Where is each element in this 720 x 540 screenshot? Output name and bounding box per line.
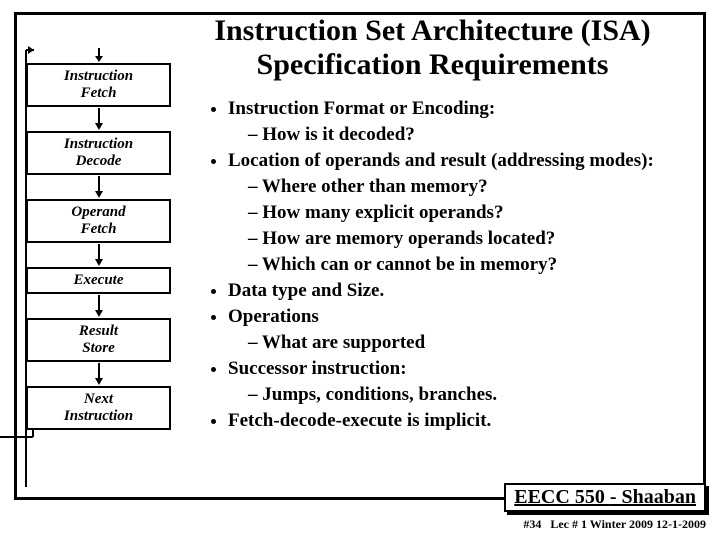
bullet-item: Successor instruction: – Jumps, conditio… [228, 356, 701, 408]
stage-label: Instruction [64, 68, 133, 84]
loop-connector [0, 429, 38, 441]
bullet-item: Location of operands and result (address… [228, 148, 701, 278]
arrow-down-icon [92, 363, 106, 385]
bullet-sub: – Where other than memory? [228, 174, 701, 200]
stage-decode: Instruction Decode [26, 131, 171, 175]
slide-title: Instruction Set Architecture (ISA) Speci… [155, 14, 710, 82]
bullet-item: Operations – What are supported [228, 304, 701, 356]
footer-author: Shaaban [622, 486, 697, 508]
bullet-text: Location of operands and result (address… [228, 150, 654, 171]
bullet-item: Data type and Size. [228, 278, 701, 304]
stage-label: Fetch [81, 85, 117, 101]
stage-result: Result Store [26, 318, 171, 362]
stage-next: Next Instruction [26, 386, 171, 430]
stage-label: Instruction [64, 408, 133, 424]
slide: Instruction Set Architecture (ISA) Speci… [0, 0, 720, 540]
footer-dash: - [610, 486, 622, 508]
title-line-2: Specification Requirements [257, 48, 609, 81]
bullet-sub: – How are memory operands located? [228, 226, 701, 252]
bullet-text: Fetch-decode-execute is implicit. [228, 410, 491, 431]
pipeline: Instruction Fetch Instruction Decode Ope… [26, 48, 171, 441]
bullet-sub: – How is it decoded? [228, 122, 701, 148]
stage-fetch: Instruction Fetch [26, 63, 171, 107]
arrow-down-icon [92, 176, 106, 198]
footer-course: EECC 550 [514, 486, 610, 508]
arrow-down-icon [92, 295, 106, 317]
title-line-1: Instruction Set Architecture (ISA) [214, 14, 650, 47]
bullet-item: Instruction Format or Encoding: – How is… [228, 96, 701, 148]
stage-label: Execute [74, 272, 124, 288]
stage-label: Next [84, 391, 113, 407]
arrow-down-icon [92, 108, 106, 130]
stage-operand: Operand Fetch [26, 199, 171, 243]
stage-label: Fetch [81, 221, 117, 237]
footer-meta: #34 Lec # 1 Winter 2009 12-1-2009 [523, 517, 706, 532]
arrow-down-icon [92, 48, 106, 62]
bullet-list: Instruction Format or Encoding: – How is… [206, 96, 701, 434]
stage-label: Decode [76, 153, 122, 169]
bullet-sub: – Jumps, conditions, branches. [228, 382, 701, 408]
bullet-text: Instruction Format or Encoding: [228, 98, 495, 119]
footer-course-box: EECC 550 - Shaaban [504, 483, 706, 512]
bullet-sub: – What are supported [228, 330, 701, 356]
arrow-down-icon [92, 244, 106, 266]
bullet-item: Fetch-decode-execute is implicit. [228, 408, 701, 434]
stage-label: Operand [71, 204, 125, 220]
bullet-text: Operations [228, 306, 319, 327]
footer-page: #34 [523, 517, 541, 531]
bullet-text: Data type and Size. [228, 280, 384, 301]
stage-label: Result [79, 323, 118, 339]
stage-execute: Execute [26, 267, 171, 294]
stage-label: Instruction [64, 136, 133, 152]
bullet-text: Successor instruction: [228, 358, 407, 379]
bullet-sub: – Which can or cannot be in memory? [228, 252, 701, 278]
footer-lec: Lec # 1 Winter 2009 12-1-2009 [550, 517, 706, 531]
bullet-sub: – How many explicit operands? [228, 200, 701, 226]
stage-label: Store [82, 340, 115, 356]
